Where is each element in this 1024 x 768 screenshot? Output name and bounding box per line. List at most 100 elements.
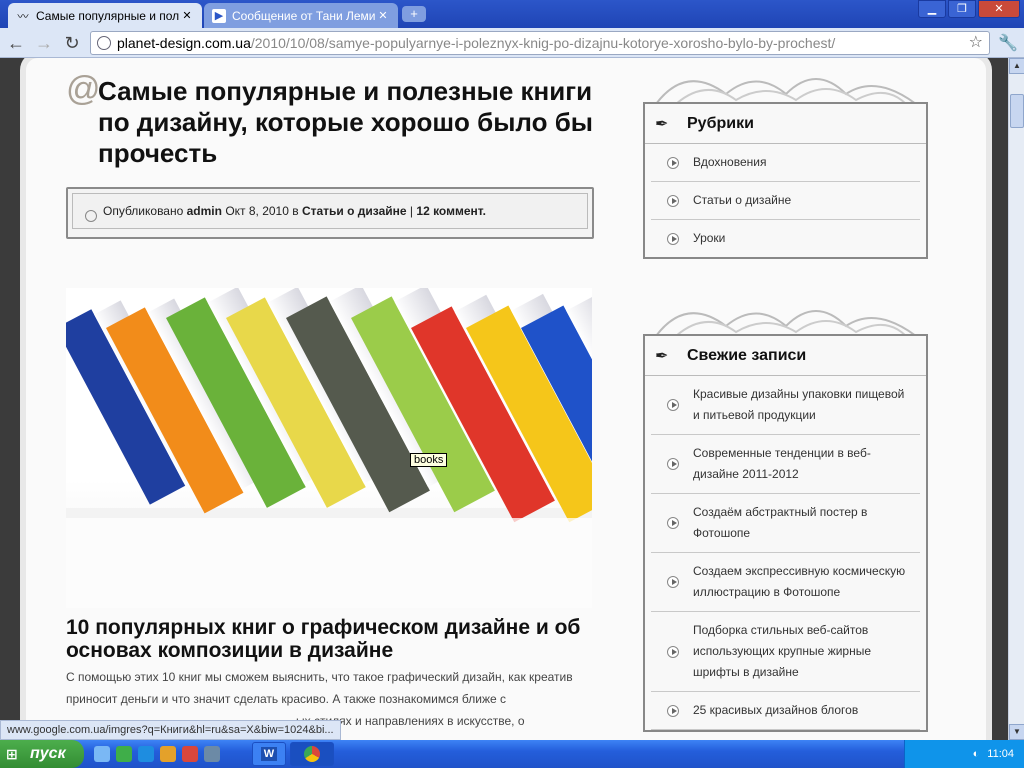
tray-icon[interactable]: ◐: [973, 748, 980, 760]
books-illustration: [66, 288, 592, 608]
pen-icon: ✒: [655, 348, 669, 365]
recent-post-item[interactable]: 25 красивых дизайнов блогов: [651, 692, 920, 730]
internet-explorer-icon[interactable]: [138, 746, 154, 762]
maximize-icon[interactable]: ❐: [948, 0, 976, 18]
quicklaunch-icon[interactable]: [116, 746, 132, 762]
scroll-down-icon[interactable]: ▼: [1009, 724, 1024, 740]
bullet-arrow-icon: [667, 645, 679, 658]
section-subtitle[interactable]: 10 популярных книг о графическом дизайне…: [66, 616, 596, 662]
rubric-item[interactable]: Вдохновения: [651, 144, 920, 182]
tab-active[interactable]: 〰 Самые популярные и пол... ✕: [8, 3, 202, 28]
quicklaunch-icon[interactable]: [160, 746, 176, 762]
page-paper: @ Самые популярные и полезные книги по д…: [26, 58, 986, 740]
excerpt-line: приносит деньги и что значит сделать кра…: [66, 692, 506, 706]
rubric-label: Уроки: [693, 231, 726, 245]
recent-post-label: Современные тенденции в веб-дизайне 2011…: [693, 446, 871, 481]
bookmark-star-icon[interactable]: ☆: [969, 32, 983, 54]
close-tab-icon[interactable]: ✕: [376, 9, 390, 22]
play-icon: ▶: [212, 8, 226, 23]
tab-title: Самые популярные и пол...: [36, 8, 180, 23]
taskbar-word-button[interactable]: W: [252, 742, 286, 766]
bullet-arrow-icon: [667, 517, 679, 529]
show-desktop-icon[interactable]: [94, 746, 110, 762]
recent-post-label: Создаем экспрессивную космическую иллюст…: [693, 564, 906, 599]
new-tab-button[interactable]: +: [402, 6, 426, 22]
system-tray: ◐ 11:04: [904, 740, 1024, 768]
close-window-icon[interactable]: ✕: [978, 0, 1020, 18]
url-path: /2010/10/08/samye-populyarnye-i-poleznyx…: [250, 35, 836, 51]
recent-post-label: Подборка стильных веб-сайтов использующи…: [693, 623, 872, 679]
meta-category-link[interactable]: Статьи о дизайне: [302, 204, 407, 218]
quicklaunch-icon[interactable]: [204, 746, 220, 762]
start-label: пуск: [30, 745, 66, 762]
site-favicon-icon: 〰: [17, 10, 29, 23]
bullet-arrow-icon: [667, 399, 679, 411]
meta-separator: |: [409, 204, 414, 218]
meta-comments-link[interactable]: 12 коммент.: [416, 204, 486, 218]
chrome-icon: [304, 746, 320, 762]
taskbar-chrome-button[interactable]: [290, 742, 334, 766]
rubric-item[interactable]: Уроки: [651, 220, 920, 257]
reload-icon[interactable]: ↻: [62, 33, 82, 53]
windows-flag-icon: ⊞: [6, 746, 18, 762]
post-title: Самые популярные и полезные книги по диз…: [98, 76, 593, 168]
meta-date: Окт 8, 2010 в: [225, 204, 299, 218]
tab-strip: 〰 Самые популярные и пол... ✕ ▶ Сообщени…: [0, 0, 1024, 28]
url-host: planet-design.com.ua: [117, 35, 251, 51]
rubric-label: Вдохновения: [693, 155, 767, 169]
window-controls: ▁ ❐ ✕: [918, 0, 1020, 18]
books-image[interactable]: [66, 288, 592, 608]
recent-post-label: Создаём абстрактный постер в Фотошопе: [693, 505, 868, 540]
tab-title: Сообщение от Тани Леми...: [232, 8, 376, 23]
recent-posts-widget: ✒ Свежие записи Красивые дизайны упаковк…: [643, 334, 928, 732]
widget-title-text: Свежие записи: [687, 346, 807, 364]
bullet-arrow-icon: [667, 194, 679, 207]
meta-author-link[interactable]: admin: [187, 204, 222, 218]
widget-title: ✒ Свежие записи: [645, 336, 926, 376]
recent-post-item[interactable]: Создаем экспрессивную космическую иллюст…: [651, 553, 920, 612]
rubric-label: Статьи о дизайне: [693, 193, 792, 207]
recent-post-item[interactable]: Современные тенденции в веб-дизайне 2011…: [651, 435, 920, 494]
recent-post-item[interactable]: Подборка стильных веб-сайтов использующи…: [651, 612, 920, 692]
close-tab-icon[interactable]: ✕: [180, 9, 194, 22]
minimize-icon[interactable]: ▁: [918, 0, 946, 18]
back-arrow-icon[interactable]: ←: [6, 33, 26, 53]
recent-post-label: 25 красивых дизайнов блогов: [693, 703, 859, 717]
scribble-decoration: [655, 78, 917, 104]
browser-toolbar: ← → ↻ planet-design.com.ua/2010/10/08/sa…: [0, 28, 1024, 58]
address-bar[interactable]: planet-design.com.ua/2010/10/08/samye-po…: [90, 31, 990, 55]
vertical-scrollbar[interactable]: ▲ ▼: [1008, 58, 1024, 740]
bullet-arrow-icon: [667, 156, 679, 169]
recent-post-item[interactable]: Создаём абстрактный постер в Фотошопе: [651, 494, 920, 553]
wrench-icon[interactable]: 🔧: [998, 33, 1018, 53]
bullet-icon: [85, 210, 97, 222]
forward-arrow-icon[interactable]: →: [34, 33, 54, 53]
page-viewport: @ Самые популярные и полезные книги по д…: [0, 58, 1008, 740]
word-icon: W: [260, 747, 278, 761]
clock[interactable]: 11:04: [987, 748, 1014, 760]
meta-prefix: Опубликовано: [103, 204, 184, 218]
recent-post-label: Красивые дизайны упаковки пищевой и пить…: [693, 387, 905, 422]
widget-title-text: Рубрики: [687, 114, 754, 132]
bullet-arrow-icon: [667, 232, 679, 245]
scribble-decoration: [655, 310, 917, 336]
widget-title: ✒ Рубрики: [645, 104, 926, 144]
tab-inactive[interactable]: ▶ Сообщение от Тани Леми... ✕: [204, 3, 398, 28]
scrollbar-thumb[interactable]: [1010, 94, 1024, 128]
pen-icon: ✒: [655, 116, 669, 133]
scroll-up-icon[interactable]: ▲: [1009, 58, 1024, 74]
rubric-item[interactable]: Статьи о дизайне: [651, 182, 920, 220]
bullet-arrow-icon: [667, 576, 679, 588]
post-meta-box: Опубликовано admin Окт 8, 2010 в Статьи …: [66, 187, 594, 239]
image-tooltip: books: [410, 453, 448, 467]
recent-post-item[interactable]: Красивые дизайны упаковки пищевой и пить…: [651, 376, 920, 435]
swirl-icon: @: [66, 70, 101, 108]
windows-taskbar: ⊞ пуск W UK ◐ 11:04: [0, 740, 1024, 768]
bullet-arrow-icon: [667, 458, 679, 470]
start-button[interactable]: ⊞ пуск: [0, 740, 84, 768]
excerpt-line: С помощью этих 10 книг мы сможем выяснит…: [66, 670, 573, 684]
bullet-arrow-icon: [667, 704, 679, 717]
rubrics-widget: ✒ Рубрики Вдохновения Статьи о дизайне У…: [643, 102, 928, 259]
status-bar: www.google.com.ua/imgres?q=Книги&hl=ru&s…: [0, 720, 341, 740]
chrome-quicklaunch-icon[interactable]: [182, 746, 198, 762]
